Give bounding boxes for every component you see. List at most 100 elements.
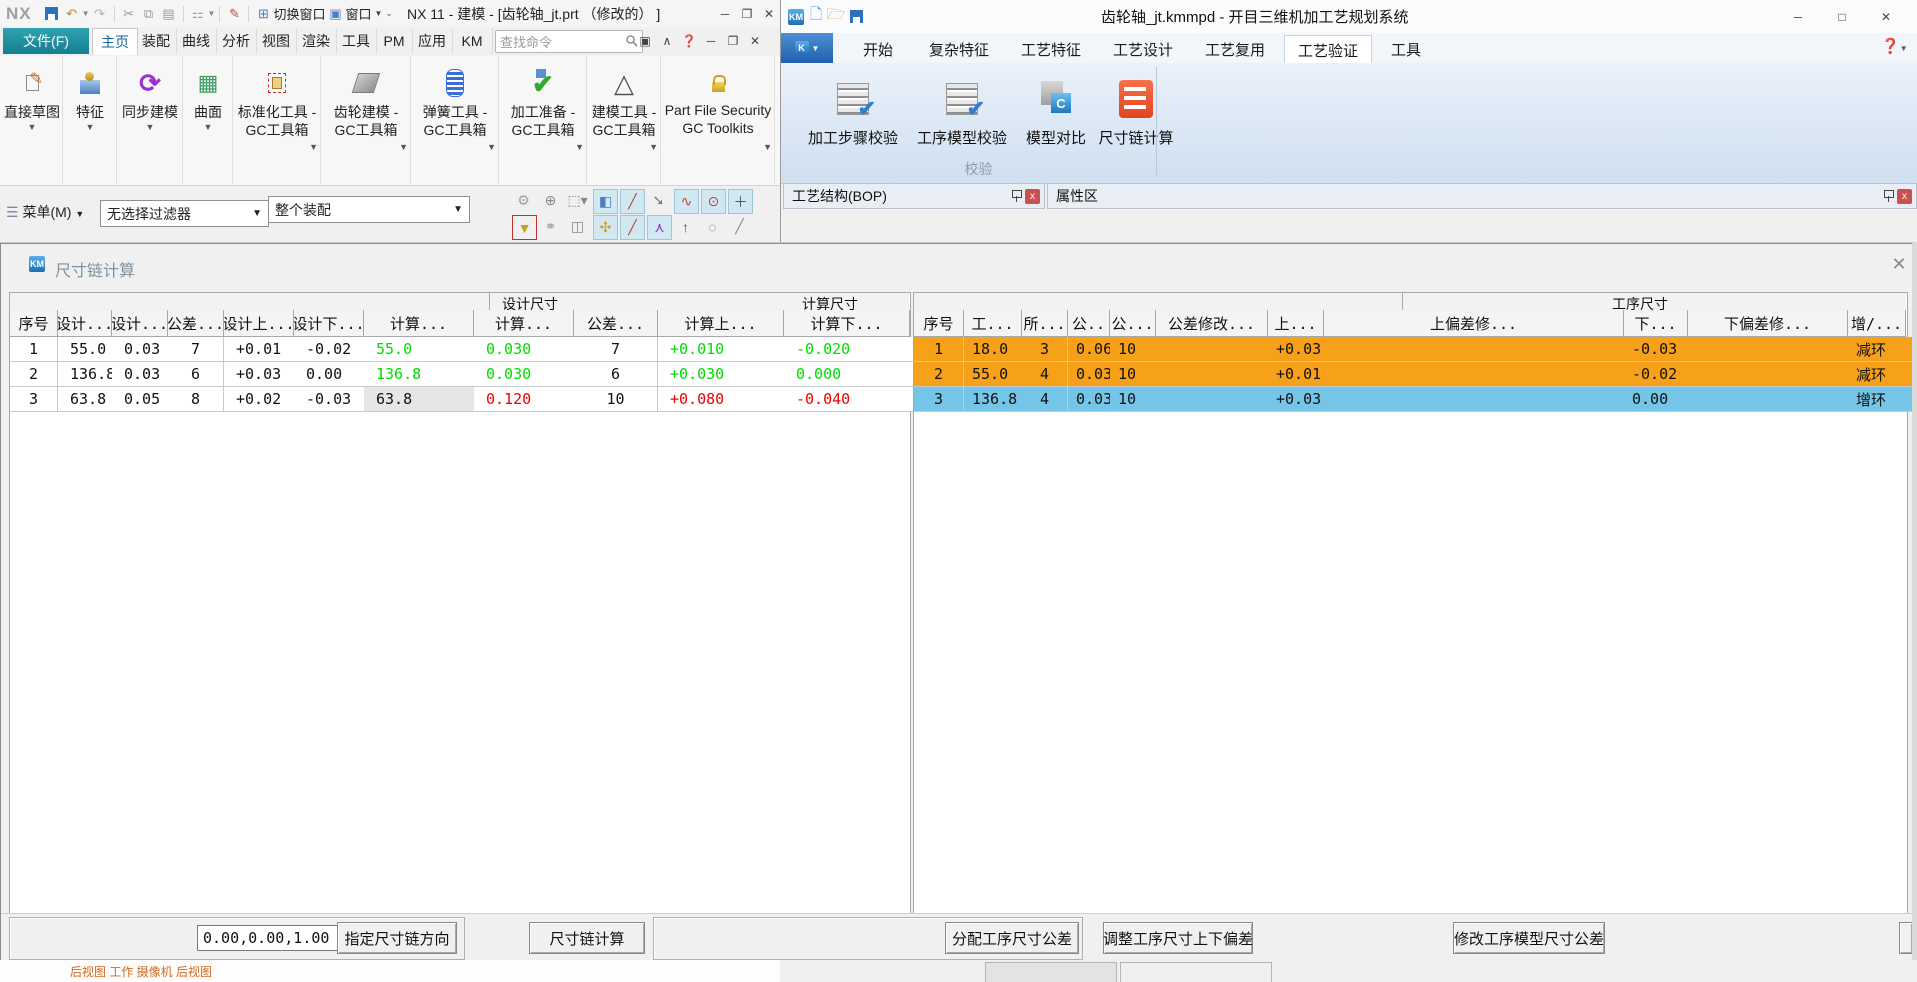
toolbar-group-7[interactable]: 弹簧工具 -GC工具箱▼ [412, 56, 499, 184]
snap-option-icon[interactable]: ◫ [566, 215, 589, 238]
nx-tab-应用[interactable]: 应用 [412, 28, 453, 54]
assign-tolerance-button[interactable]: 分配工序尺寸公差 [945, 922, 1079, 954]
nx-doc-close-icon[interactable]: ✕ [744, 31, 766, 51]
table-cell[interactable]: 0.030 [474, 337, 586, 362]
cut-icon[interactable]: ✂ [120, 5, 138, 23]
table-cell[interactable] [1324, 337, 1632, 362]
dropdown-arrow-icon[interactable]: ▼ [399, 142, 408, 152]
table-cell[interactable]: 7 [574, 337, 658, 362]
snap-option-icon[interactable]: ⚙ [512, 189, 535, 212]
adjust-deviation-button[interactable]: 调整工序尺寸上下偏差 [1103, 922, 1253, 954]
table-cell[interactable] [1156, 387, 1276, 412]
km-tab-工艺特征[interactable]: 工艺特征 [1011, 35, 1091, 63]
table-cell[interactable]: +0.010 [658, 337, 796, 362]
table-cell[interactable]: 4 [1022, 362, 1068, 387]
table-cell[interactable]: 0.00 [1624, 387, 1696, 412]
column-header[interactable]: 增/... [1848, 310, 1906, 337]
km-maximize-button[interactable]: □ [1820, 7, 1864, 27]
km-tab-开始[interactable]: 开始 [849, 35, 907, 63]
column-header[interactable]: 计算上... [658, 310, 784, 337]
table-cell[interactable]: 2 [914, 362, 964, 387]
table-cell[interactable] [1688, 387, 1856, 412]
stamp-icon[interactable]: ⚏ [189, 5, 207, 23]
switch-window-button[interactable]: 切换窗口 [273, 4, 325, 23]
table-cell[interactable]: 7 [168, 337, 224, 362]
column-header[interactable]: 公差... [168, 310, 224, 337]
collapse-ribbon-icon[interactable]: ∧ [656, 31, 678, 51]
nx-tab-曲线[interactable]: 曲线 [176, 28, 217, 54]
table-cell[interactable]: 0.030 [474, 362, 586, 387]
table-row[interactable]: 255.040.0310+0.01-0.02减环 [914, 362, 1907, 387]
snap-option-icon[interactable]: ⬚▾ [566, 189, 589, 212]
snap-option-icon[interactable]: ╱ [620, 189, 645, 214]
snap-option-icon[interactable]: ╱ [620, 215, 645, 240]
nx-doc-restore-icon[interactable]: ❐ [722, 31, 744, 51]
nx-tab-视图[interactable]: 视图 [256, 28, 297, 54]
column-header[interactable]: 计算下... [784, 310, 910, 337]
nx-minimize-button[interactable]: ─ [714, 4, 736, 24]
column-header[interactable]: 公.. [1068, 310, 1110, 337]
column-header[interactable]: 上偏差修... [1324, 310, 1624, 337]
table-cell[interactable]: +0.03 [1268, 387, 1332, 412]
nx-file-tab[interactable]: 文件(F) [3, 28, 89, 54]
snap-option-icon[interactable]: ⊕ [539, 189, 562, 212]
panel-bop-header[interactable]: 工艺结构(BOP) x [783, 183, 1045, 209]
table-cell[interactable]: 3 [1022, 337, 1068, 362]
table-cell[interactable]: 0.120 [474, 387, 586, 412]
table-cell[interactable]: 1 [914, 337, 964, 362]
table-cell[interactable]: 减环 [1848, 337, 1914, 362]
table-cell[interactable]: -0.02 [1624, 362, 1696, 387]
table-cell[interactable]: 136.8 [364, 362, 486, 387]
snap-option-icon[interactable]: ↑ [674, 215, 697, 238]
km-tab-工艺复用[interactable]: 工艺复用 [1195, 35, 1275, 63]
km-close-button[interactable]: ✕ [1864, 7, 1908, 27]
km-tab-复杂特征[interactable]: 复杂特征 [919, 35, 999, 63]
close-panel-icon[interactable]: x [1025, 189, 1040, 204]
km-minimize-button[interactable]: ─ [1776, 7, 1820, 27]
snap-option-icon[interactable]: ✣ [593, 215, 618, 240]
table-cell[interactable]: 减环 [1848, 362, 1914, 387]
snap-option-icon[interactable]: ➘ [647, 189, 670, 212]
table-cell[interactable]: 55.0 [964, 362, 1030, 387]
copy-icon[interactable]: ⧉ [140, 5, 158, 23]
table-cell[interactable]: 4 [1022, 387, 1068, 412]
menu-button[interactable]: ☰ 菜单(M) ▼ [6, 202, 84, 222]
column-header[interactable]: 设计... [112, 310, 168, 337]
pin-icon[interactable] [1011, 189, 1021, 203]
dropdown-arrow-icon[interactable]: ▼ [649, 142, 658, 152]
table-cell[interactable]: 2 [10, 362, 58, 387]
brush-icon[interactable]: ✎ [225, 5, 243, 23]
column-header[interactable]: 序号 [10, 310, 58, 337]
new-file-icon[interactable]: 🗋 [807, 8, 825, 26]
table-cell[interactable] [1156, 362, 1276, 387]
snap-option-icon[interactable]: ◧ [593, 189, 618, 214]
toolbar-group-8[interactable]: ✔加工准备 -GC工具箱▼ [500, 56, 587, 184]
nx-tab-KM[interactable]: KM [452, 28, 493, 54]
km-tab-工具[interactable]: 工具 [1381, 35, 1431, 63]
help-icon[interactable]: ❓ [678, 31, 700, 51]
toolbar-group-1[interactable]: 直接草图▼ [2, 56, 63, 184]
toolbar-group-3[interactable]: ⟳同步建模▼ [118, 56, 183, 184]
calc-chain-button[interactable]: 尺寸链计算 [529, 922, 645, 954]
table-cell[interactable]: 3 [10, 387, 58, 412]
table-cell[interactable] [1324, 362, 1632, 387]
toolbar-group-10[interactable]: Part File SecurityGC Toolkits▼ [662, 56, 775, 184]
table-cell[interactable]: 6 [168, 362, 224, 387]
column-header[interactable]: 工... [964, 310, 1022, 337]
nx-tab-工具[interactable]: 工具 [336, 28, 377, 54]
open-folder-icon[interactable]: 🗁 [827, 8, 845, 26]
table-cell[interactable]: 63.8 [364, 387, 486, 412]
undo-icon[interactable]: ↶ [63, 5, 81, 23]
snap-option-icon[interactable]: ▼ [512, 215, 537, 240]
dropdown-arrow-icon[interactable]: ▼ [575, 142, 584, 152]
dialog-titlebar[interactable]: KM 尺寸链计算 ✕ [1, 244, 1913, 290]
table-cell[interactable]: 6 [574, 362, 658, 387]
nx-tab-渲染[interactable]: 渲染 [296, 28, 337, 54]
table-row[interactable]: 363.80.058+0.02-0.0363.80.12010+0.080-0.… [10, 387, 910, 412]
table-cell[interactable]: 18.0 [964, 337, 1030, 362]
table-row[interactable]: 155.00.037+0.01-0.0255.00.0307+0.010-0.0… [10, 337, 910, 362]
table-cell[interactable]: +0.03 [1268, 337, 1332, 362]
save-icon[interactable] [43, 5, 61, 23]
table-cell[interactable]: 10 [574, 387, 658, 412]
table-cell[interactable]: 136.8 [964, 387, 1030, 412]
